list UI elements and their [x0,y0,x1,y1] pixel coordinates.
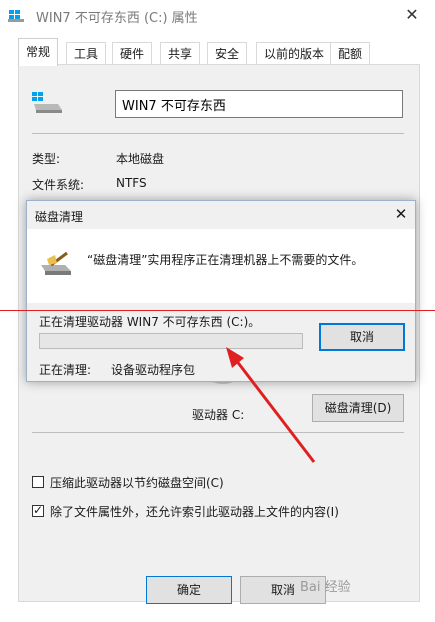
drive-large-icon [32,92,62,113]
tab-sharing[interactable]: 共享 [160,42,201,64]
divider [32,432,404,433]
filesystem-value: NTFS [116,176,147,190]
type-value: 本地磁盘 [116,152,165,166]
dialog-message: “磁盘清理”实用程序正在清理机器上不需要的文件。 [87,253,364,267]
close-icon[interactable]: ✕ [400,4,424,26]
drive-name-input[interactable] [115,90,403,118]
tab-tools[interactable]: 工具 [66,42,107,64]
watermark: Bai 经验 [300,580,351,595]
cleanup-status: 正在清理驱动器 WIN7 不可存东西 (C:)。 [39,315,261,329]
window-title: WIN7 不可存东西 (C:) 属性 [36,11,198,26]
tab-hardware[interactable]: 硬件 [112,42,153,64]
tab-general[interactable]: 常规 [18,38,59,66]
drive-icon [8,10,24,22]
dialog-cancel-button[interactable]: 取消 [319,323,405,351]
index-checkbox[interactable] [32,503,44,517]
tab-quota[interactable]: 配额 [330,42,371,64]
type-label: 类型: [32,152,61,166]
current-item-label: 正在清理: [39,363,92,377]
divider [32,133,404,134]
disk-cleanup-dialog: 磁盘清理 ✕ “磁盘清理”实用程序正在清理机器上不需要的文件。 正在清理驱动器 … [26,200,416,382]
compress-label: 压缩此驱动器以节约磁盘空间(C) [50,476,224,490]
drive-letter-label: 驱动器 C: [192,408,245,422]
dialog-title: 磁盘清理 [35,210,84,224]
compress-checkbox[interactable] [32,476,44,488]
tab-security[interactable]: 安全 [207,42,248,64]
dialog-close-icon[interactable]: ✕ [391,205,411,223]
annotation-line [0,310,435,311]
tab-previous-versions[interactable]: 以前的版本 [256,42,333,64]
cleanup-progress-bar [39,333,303,349]
disk-cleanup-button[interactable]: 磁盘清理(D) [312,394,404,422]
ok-button[interactable]: 确定 [146,576,232,604]
current-item-value: 设备驱动程序包 [111,363,196,377]
filesystem-label: 文件系统: [32,178,85,192]
cleanup-icon [41,251,71,275]
index-label: 除了文件属性外，还允许索引此驱动器上文件的内容(I) [50,505,339,519]
